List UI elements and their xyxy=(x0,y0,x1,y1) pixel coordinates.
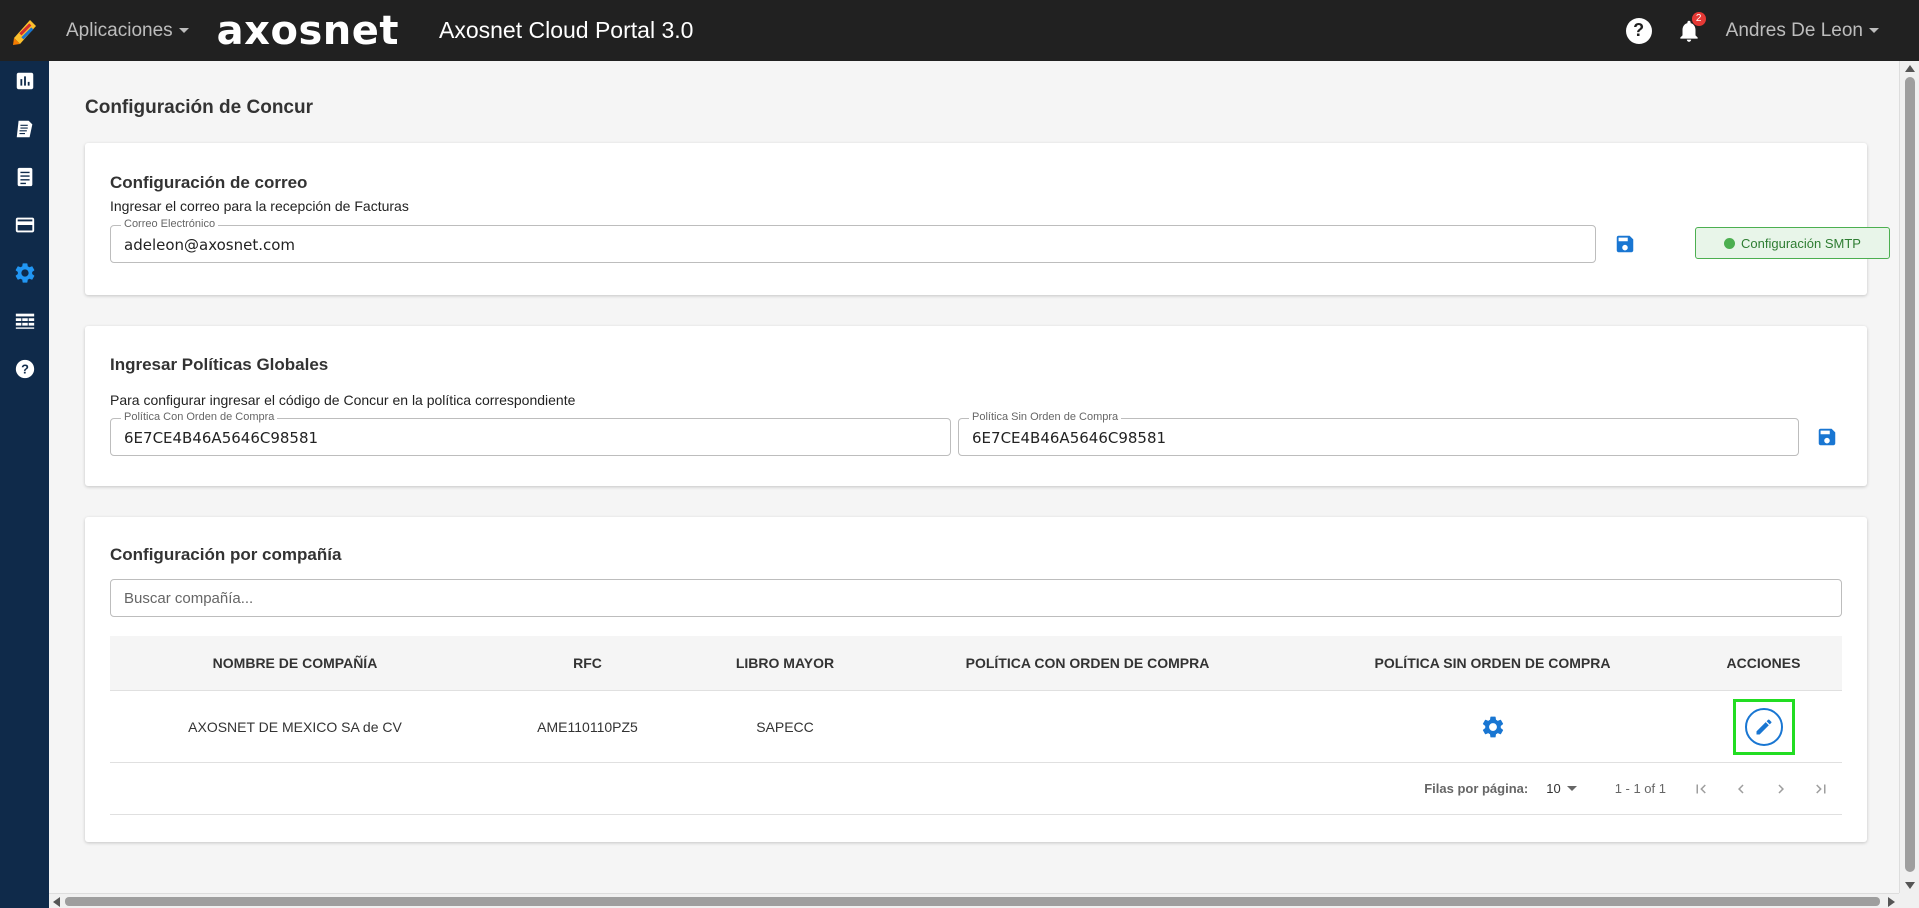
global-policies-card: Ingresar Políticas Globales Para configu… xyxy=(85,326,1867,486)
policy-with-po-value: 6E7CE4B46A5646C98581 xyxy=(124,429,319,447)
email-field-label: Correo Electrónico xyxy=(121,218,219,230)
rows-per-page-value: 10 xyxy=(1546,781,1561,796)
scroll-thumb[interactable] xyxy=(1905,77,1915,872)
smtp-config-label: Configuración SMTP xyxy=(1741,235,1861,251)
user-menu[interactable]: Andres De Leon xyxy=(1726,20,1879,42)
policy-without-po-field[interactable]: Política Sin Orden de Compra 6E7CE4B46A5… xyxy=(958,411,1799,456)
column-header-policy-without-po[interactable]: POLÍTICA SIN ORDEN DE COMPRA xyxy=(1300,655,1685,671)
rows-per-page-label: Filas por página: xyxy=(1424,781,1529,796)
policy-with-po-field[interactable]: Política Con Orden de Compra 6E7CE4B46A5… xyxy=(110,411,951,456)
document-icon xyxy=(17,167,32,187)
first-page-button[interactable] xyxy=(1690,778,1712,800)
check-circle-icon xyxy=(1724,237,1736,249)
policy-with-po-label: Política Con Orden de Compra xyxy=(121,411,278,423)
credit-card-icon xyxy=(15,217,34,233)
brand-logo[interactable]: axosnet xyxy=(217,11,399,51)
cell-company-name: AXOSNET DE MEXICO SA de CV xyxy=(188,718,402,735)
column-header-company[interactable]: NOMBRE DE COMPAÑÍA xyxy=(110,655,480,671)
table-header: NOMBRE DE COMPAÑÍA RFC LIBRO MAYOR POLÍT… xyxy=(110,636,1842,691)
help-icon[interactable]: ? xyxy=(1625,17,1652,44)
sidebar-item-documents[interactable] xyxy=(13,165,37,189)
sidebar-item-help[interactable]: ? xyxy=(13,357,37,381)
notifications-button[interactable]: 2 xyxy=(1676,11,1706,44)
receipt-icon xyxy=(16,120,32,138)
global-policies-subtitle: Para configurar ingresar el código de Co… xyxy=(110,392,576,408)
first-page-icon xyxy=(1696,784,1706,793)
column-header-ledger[interactable]: LIBRO MAYOR xyxy=(695,655,875,671)
scroll-up-icon[interactable] xyxy=(1905,65,1915,72)
save-policies-icon[interactable] xyxy=(1816,426,1838,448)
pagination-range: 1 - 1 of 1 xyxy=(1614,781,1666,796)
pagination: Filas por página: 10 1 - 1 of 1 xyxy=(110,763,1842,815)
chevron-down-icon xyxy=(1566,786,1577,791)
apps-menu-label: Aplicaciones xyxy=(66,19,173,41)
sidebar: ? xyxy=(0,61,49,908)
save-email-icon[interactable] xyxy=(1614,233,1636,255)
cell-rfc: AME110110PZ5 xyxy=(537,718,638,735)
scroll-thumb[interactable] xyxy=(65,897,1880,906)
scroll-left-icon[interactable] xyxy=(53,897,60,907)
last-page-button[interactable] xyxy=(1810,778,1832,800)
bar-chart-icon xyxy=(16,72,33,90)
email-field-value: adeleon@axosnet.com xyxy=(124,236,296,254)
notification-badge: 2 xyxy=(1691,11,1706,26)
sidebar-item-reports[interactable] xyxy=(13,309,37,333)
policy-without-po-value: 6E7CE4B46A5646C98581 xyxy=(972,429,1167,447)
vertical-scrollbar[interactable] xyxy=(1899,61,1919,893)
gear-icon xyxy=(15,263,34,283)
sidebar-item-settings[interactable] xyxy=(13,261,37,285)
gear-icon[interactable] xyxy=(1480,714,1506,740)
next-page-button[interactable] xyxy=(1770,778,1792,800)
chevron-down-icon xyxy=(178,28,189,33)
column-header-actions: ACCIONES xyxy=(1726,655,1801,671)
portal-title: Axosnet Cloud Portal 3.0 xyxy=(438,17,694,43)
table-row: AXOSNET DE MEXICO SA de CV AME110110PZ5 … xyxy=(110,691,1842,763)
main-content: Configuración de Concur Configuración de… xyxy=(49,61,1899,893)
top-bar: Aplicaciones axosnet Axosnet Cloud Porta… xyxy=(0,0,1919,61)
cell-actions xyxy=(1685,698,1842,755)
sidebar-item-dashboard[interactable] xyxy=(13,69,37,93)
horizontal-scrollbar[interactable] xyxy=(49,893,1899,908)
help-icon: ? xyxy=(15,359,34,379)
cell-policy-without-po xyxy=(1300,714,1685,740)
company-table: NOMBRE DE COMPAÑÍA RFC LIBRO MAYOR POLÍT… xyxy=(110,636,1842,815)
edit-icon xyxy=(1756,718,1772,734)
email-config-card: Configuración de correo Ingresar el corr… xyxy=(85,143,1890,295)
policy-without-po-label: Política Sin Orden de Compra xyxy=(969,411,1122,423)
apps-menu[interactable]: Aplicaciones xyxy=(66,20,189,42)
sidebar-item-payments[interactable] xyxy=(13,213,37,237)
email-config-subtitle: Ingresar el correo para la recepción de … xyxy=(110,198,409,214)
email-config-title: Configuración de correo xyxy=(110,173,308,192)
email-field[interactable]: Correo Electrónico adeleon@axosnet.com xyxy=(110,218,1596,263)
user-name: Andres De Leon xyxy=(1725,19,1863,41)
chevron-down-icon xyxy=(1869,28,1879,33)
scroll-right-icon[interactable] xyxy=(1888,897,1895,907)
chevron-left-icon xyxy=(1738,784,1744,793)
sidebar-item-invoices[interactable] xyxy=(13,117,37,141)
company-search-input[interactable] xyxy=(110,579,1842,617)
global-policies-title: Ingresar Políticas Globales xyxy=(110,355,329,374)
chevron-right-icon xyxy=(1778,784,1784,793)
last-page-icon xyxy=(1816,784,1826,793)
smtp-config-button[interactable]: Configuración SMTP xyxy=(1695,227,1890,259)
column-header-rfc[interactable]: RFC xyxy=(480,655,695,671)
svg-text:?: ? xyxy=(21,362,29,377)
column-header-policy-with-po[interactable]: POLÍTICA CON ORDEN DE COMPRA xyxy=(875,655,1300,671)
cell-ledger: SAPECC xyxy=(756,718,814,735)
app-logo-icon[interactable] xyxy=(10,16,40,46)
scroll-down-icon[interactable] xyxy=(1905,882,1915,889)
table-icon xyxy=(15,313,34,329)
scrollbar-corner xyxy=(1899,893,1919,908)
company-config-card: Configuración por compañía NOMBRE DE COM… xyxy=(85,517,1867,842)
prev-page-button[interactable] xyxy=(1730,778,1752,800)
rows-per-page-select[interactable]: 10 xyxy=(1546,781,1577,796)
page-title: Configuración de Concur xyxy=(85,97,313,118)
company-config-title: Configuración por compañía xyxy=(110,545,342,564)
edit-company-button[interactable] xyxy=(1732,698,1795,755)
